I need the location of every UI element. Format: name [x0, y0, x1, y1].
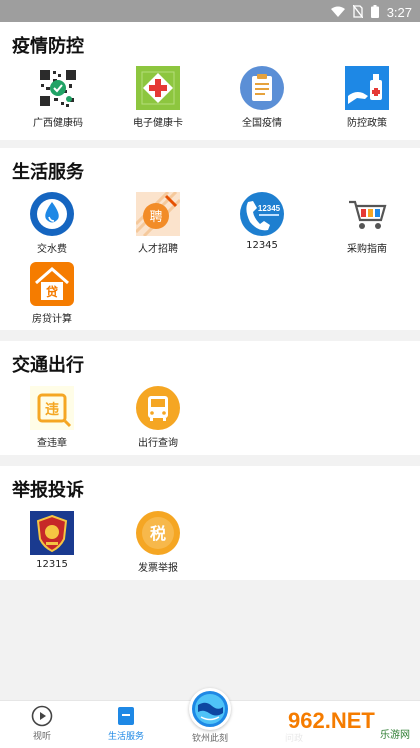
- item-label: 采购指南: [347, 244, 387, 255]
- services-icon: [118, 707, 134, 725]
- nav-item-qinzhou-now[interactable]: 钦州此刻: [168, 731, 252, 744]
- item-label: 房贷计算: [32, 314, 72, 325]
- item-label: 交水费: [37, 244, 67, 255]
- sanitizer-icon: [345, 66, 389, 110]
- recruit-icon: 聘: [136, 192, 180, 236]
- travel-query-item[interactable]: 出行查询: [108, 386, 208, 449]
- bus-icon: [136, 386, 180, 430]
- section-title: 举报投诉: [12, 480, 84, 501]
- health-code-item[interactable]: 广西健康码: [8, 66, 108, 129]
- invoice-report-item[interactable]: 税 发票举报: [108, 511, 208, 574]
- recruit-item[interactable]: 聘 人才招聘: [108, 192, 208, 255]
- watermark-sub: 乐游网: [380, 728, 410, 741]
- nav-label: 生活服务: [107, 732, 144, 742]
- item-label: 12345: [246, 240, 278, 251]
- loan-glyph: 贷: [46, 284, 58, 299]
- item-label: 人才招聘: [138, 244, 178, 255]
- policy-item[interactable]: 防控政策: [317, 66, 417, 129]
- section-title: 生活服务: [12, 162, 84, 183]
- violation-icon: 违: [30, 386, 74, 430]
- clipboard-icon: [240, 66, 284, 110]
- no-sim-icon: [352, 3, 364, 22]
- section-title: 交通出行: [12, 355, 84, 376]
- play-circle-icon: [31, 705, 53, 727]
- tax-icon: 税: [136, 511, 180, 555]
- item-label: 电子健康卡: [133, 118, 183, 129]
- item-label: 查违章: [37, 438, 67, 449]
- national-epidemic-item[interactable]: 全国疫情: [212, 66, 312, 129]
- status-bar: 3:27: [0, 0, 420, 22]
- clock: 3:27: [386, 5, 412, 20]
- health-qr-code-icon: [36, 66, 80, 110]
- section-title: 疫情防控: [12, 36, 84, 57]
- nav-label: 视听: [32, 732, 51, 742]
- hotline-number: 12345: [258, 204, 281, 213]
- violation-glyph: 违: [45, 401, 59, 418]
- section-epidemic: 疫情防控 广西健康码 电子健康卡 全国疫情 防控政策: [0, 22, 420, 140]
- house-loan-icon: 贷: [30, 262, 74, 306]
- water-fee-item[interactable]: 交水费: [2, 192, 102, 255]
- item-label: 出行查询: [138, 438, 178, 449]
- item-label: 广西健康码: [33, 118, 83, 129]
- section-report: 举报投诉 12315 税 发票举报: [0, 466, 420, 580]
- nav-item-audiovisual[interactable]: 视听: [0, 705, 84, 742]
- item-label: 12315: [36, 559, 68, 570]
- violation-item[interactable]: 违 查违章: [2, 386, 102, 449]
- hotline-item[interactable]: 12345 12345: [212, 192, 312, 251]
- watermark-logo: 962.NET 乐游网: [280, 704, 414, 742]
- battery-icon: [370, 3, 379, 22]
- emblem-icon: [30, 511, 74, 555]
- loan-calc-item[interactable]: 贷 房贷计算: [2, 262, 102, 325]
- health-card-item[interactable]: 电子健康卡: [108, 66, 208, 129]
- tax-glyph: 税: [150, 524, 166, 543]
- globe-icon: [195, 694, 225, 724]
- recruit-glyph: 聘: [149, 210, 162, 225]
- nav-label: 钦州此刻: [191, 734, 228, 744]
- section-life-services: 生活服务 交水费 聘 人才招聘 12345 12345 采购指南 贷 房贷计算: [0, 148, 420, 330]
- hotline-phone-icon: 12345: [240, 192, 284, 236]
- water-drop-icon: [30, 192, 74, 236]
- health-card-icon: [136, 66, 180, 110]
- nav-item-life-services[interactable]: 生活服务: [84, 705, 168, 742]
- purchase-guide-item[interactable]: 采购指南: [317, 192, 417, 255]
- item-label: 发票举报: [138, 563, 178, 574]
- complaint-12315-item[interactable]: 12315: [2, 511, 102, 570]
- shopping-cart-icon: [345, 192, 389, 236]
- item-label: 全国疫情: [242, 118, 282, 129]
- wifi-icon: [330, 3, 345, 22]
- item-label: 防控政策: [347, 118, 387, 129]
- watermark-text: 962.NET: [288, 708, 375, 733]
- center-globe-button[interactable]: [189, 688, 231, 730]
- section-transport: 交通出行 违 查违章 出行查询: [0, 341, 420, 455]
